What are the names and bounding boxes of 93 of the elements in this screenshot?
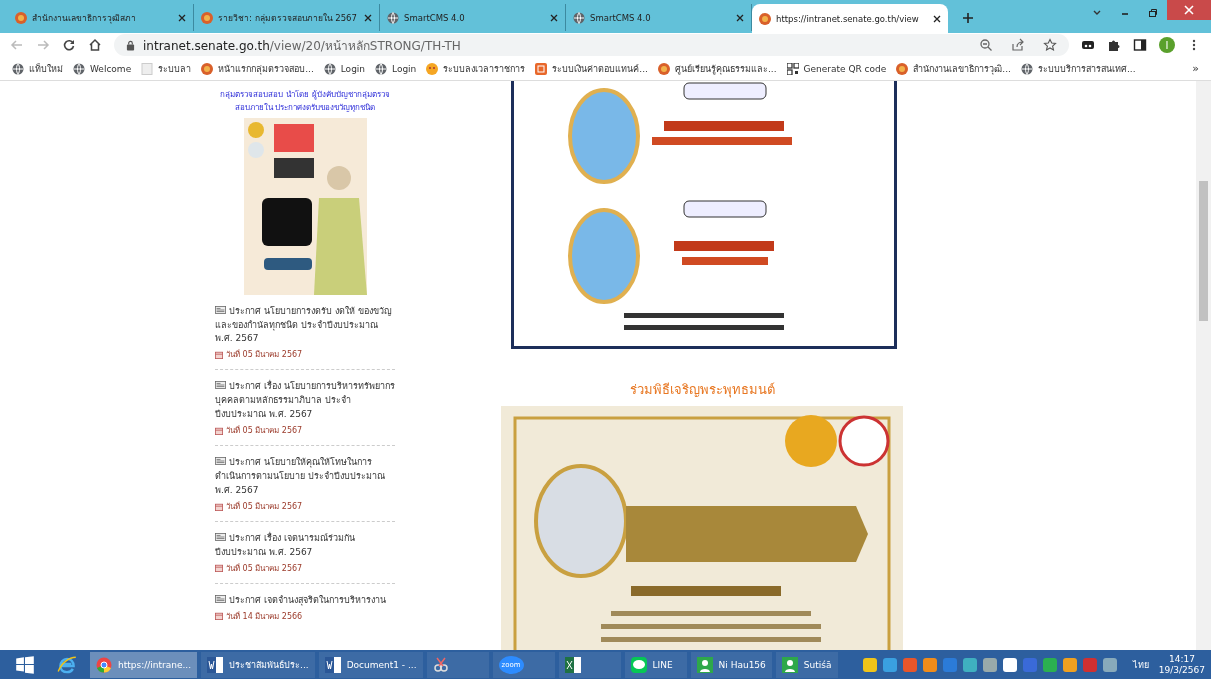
calendar-icon [215, 426, 223, 435]
taskbar-button[interactable]: Sutiśā [775, 651, 838, 678]
emblem-icon [657, 62, 670, 75]
browser-tab[interactable]: https://intranet.senate.go.th/view [752, 4, 948, 33]
bookmark[interactable]: สำนักงานเลขาธิการวุฒิ... [896, 61, 1011, 76]
close-icon[interactable] [178, 13, 186, 22]
bookmark[interactable]: ระบบลงเวลาราชการ [426, 61, 526, 76]
globe-icon [323, 62, 336, 75]
close-icon[interactable] [364, 13, 372, 22]
user-icon [696, 656, 713, 673]
grid-icon [535, 62, 548, 75]
taskbar-button[interactable]: ประชาสัมพันธ์ประ... [201, 651, 315, 678]
scrollbar-thumb[interactable] [1199, 181, 1208, 321]
bookmark[interactable]: Login [323, 62, 366, 75]
page-icon [141, 62, 154, 75]
emblem-icon [201, 11, 213, 24]
newspaper-icon [215, 305, 226, 314]
taskbar-button[interactable]: Ni Hau156 [690, 651, 772, 678]
taskbar-button[interactable] [558, 651, 621, 678]
document-w-icon [324, 656, 341, 673]
star-icon[interactable] [1043, 38, 1057, 52]
announcement-date: วันที่ 05 มีนาคม 2567 [215, 348, 395, 362]
clock[interactable]: 14:17 19/3/2567 [1158, 653, 1205, 676]
address-bar[interactable]: intranet.senate.go.th/view/20/หน้าหลักSTRONG/TH-TH [114, 34, 1069, 56]
announcement-date: วันที่ 05 มีนาคม 2567 [215, 561, 395, 575]
newspaper-icon [215, 457, 226, 466]
restore-icon[interactable] [1147, 7, 1159, 19]
globe-icon [73, 62, 85, 75]
taskbar-button[interactable] [426, 651, 489, 678]
start-button[interactable] [14, 653, 36, 676]
section-heading: ร่วมพิธีเจริญพระพุทธมนต์ [629, 381, 775, 400]
bookmark[interactable]: Login [375, 62, 417, 75]
globe-icon [12, 62, 24, 75]
newspaper-icon [215, 381, 226, 390]
taskbar-button[interactable]: Document1 - ... [318, 651, 423, 678]
share-icon[interactable] [1011, 38, 1025, 52]
extension-icon[interactable] [1081, 38, 1095, 52]
newspaper-icon [215, 594, 226, 603]
globe-icon [387, 11, 399, 24]
calendar-icon [215, 612, 223, 621]
emblem-icon [201, 62, 214, 75]
bookmark[interactable]: ศูนย์เรียนรู้คุณธรรมและ... [657, 61, 777, 76]
round-app-icon [96, 656, 112, 673]
announcement-link[interactable]: ประกาศ เจตจำนงสุจริตในการบริหารงาน [215, 593, 395, 608]
chat-bubble-icon [630, 656, 647, 673]
newspaper-icon [215, 533, 226, 542]
bookmark[interactable]: ระบบลา [141, 61, 192, 76]
bookmark[interactable]: แท็บใหม่ [12, 61, 63, 76]
user-icon [781, 656, 798, 673]
emblem-icon [15, 11, 27, 24]
qr-code-icon [786, 62, 799, 75]
home-icon[interactable] [88, 38, 102, 52]
emblem-icon [896, 62, 909, 75]
close-icon[interactable] [933, 14, 941, 23]
browser-tab[interactable]: SmartCMS 4.0 [380, 4, 566, 31]
puzzle-icon[interactable] [1107, 38, 1121, 52]
bookmark[interactable]: Generate QR code [786, 62, 887, 75]
browser-tab[interactable]: สำนักงานเลขาธิการวุฒิสภา [8, 4, 194, 31]
input-language[interactable]: ไทย [1132, 657, 1149, 672]
side-panel-icon[interactable] [1133, 38, 1147, 52]
close-window-icon[interactable] [1167, 0, 1211, 20]
zoom-out-icon[interactable] [979, 38, 993, 52]
spreadsheet-x-icon [564, 656, 581, 673]
browser-tab[interactable]: รายวิชา: กลุ่มตรวจสอบภายใน 2567 [194, 4, 380, 31]
more-bookmarks-button[interactable]: » [1192, 62, 1199, 75]
announcement-date: วันที่ 05 มีนาคม 2567 [215, 500, 395, 514]
emblem-icon [759, 12, 771, 25]
calendar-icon [215, 502, 223, 511]
announcement-link[interactable]: ประกาศ เรื่อง นโยบายการบริหารทรัพยากรบุคคลตามหลักธรรมาภิบาล ประจำปีงบประมาณ พ.ศ. 2567 [215, 380, 395, 423]
globe-icon [375, 62, 388, 75]
calendar-icon [215, 350, 223, 359]
close-icon[interactable] [550, 13, 558, 22]
scissors-icon [432, 656, 449, 673]
announcement-date: วันที่ 14 มีนาคม 2566 [215, 609, 395, 623]
announcement-date: วันที่ 05 มีนาคม 2567 [215, 424, 395, 438]
announcement-link[interactable]: ประกาศ นโยบายให้คุณให้โทษในการดำเนินการตามนโยบาย ประจำปีงบประมาณ พ.ศ. 2567 [215, 456, 395, 499]
bookmark[interactable]: ระบบเงินค่าตอบแทนค์... [535, 61, 648, 76]
globe-icon [1020, 62, 1033, 75]
close-icon[interactable] [736, 13, 744, 22]
new-tab-icon[interactable] [962, 12, 974, 24]
calendar-icon [215, 564, 223, 573]
document-w-icon [207, 656, 224, 673]
smiley-icon [426, 62, 439, 75]
reload-icon[interactable] [62, 38, 76, 52]
announcement-link[interactable]: ประกาศ นโยบายการงดรับ งดให้ ของขวัญและของกำนัลทุกชนิด ประจำปีงบประมาณ พ.ศ. 2567 [215, 304, 395, 347]
bookmark[interactable]: ระบบบริการสารสนเทศ... [1020, 61, 1136, 76]
announcement-link[interactable]: ประกาศ เรื่อง เจตนารมณ์ร่วมกัน ปีงบประมาณ พ.ศ. 2567 [215, 532, 395, 560]
globe-icon [573, 11, 585, 24]
bookmark[interactable]: Welcome [73, 62, 132, 75]
lock-icon [126, 39, 135, 51]
poster-caption: กลุ่มตรวจสอบสอบ นำโดย ผู้บังคับบัญชากลุ่มตรวจสอบภายใน ประกาศงดรับของขวัญทุกชนิด [219, 89, 391, 114]
bookmark[interactable]: หน้าแรกกลุ่มตรวจสอบ... [201, 61, 314, 76]
taskbar-button[interactable]: LINE [624, 651, 687, 678]
